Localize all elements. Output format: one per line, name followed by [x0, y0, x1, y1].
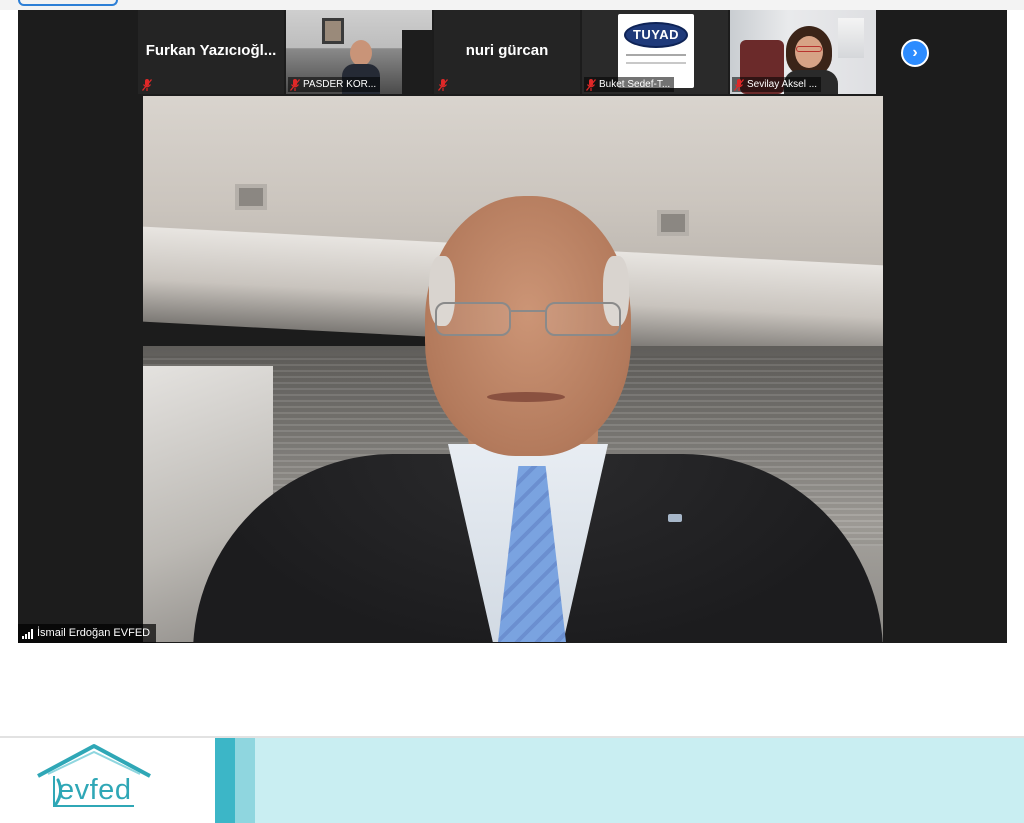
participant-name: nuri gürcan	[465, 42, 549, 59]
top-strip-accent	[18, 0, 118, 6]
zoom-meeting-window: Furkan Yazıcıoğl... PASDER KOR... nuri g…	[18, 10, 1007, 643]
brand-footer-banner: evfed	[0, 736, 1024, 823]
participant-label: Sevilay Aksel ...	[732, 77, 822, 92]
signal-bars-icon	[22, 628, 33, 639]
participant-tile-nuri[interactable]: nuri gürcan	[434, 10, 580, 94]
evfed-logo-text: evfed	[58, 774, 132, 806]
banner-stripe	[235, 738, 255, 823]
evfed-logo: evfed	[0, 738, 215, 823]
speaker-glasses	[435, 302, 511, 336]
participant-tile-buket[interactable]: TUYAD Buket Sedef-T...	[582, 10, 728, 94]
mic-muted-icon	[142, 78, 152, 91]
top-strip	[0, 0, 1024, 10]
chevron-right-icon: ›	[912, 44, 918, 61]
participant-label: Buket Sedef-T...	[584, 77, 675, 92]
mic-muted-icon	[586, 78, 596, 91]
speaker-name: İsmail Erdoğan EVFED	[37, 627, 151, 639]
tuyad-logo-subtitle	[626, 54, 686, 64]
mic-muted-icon	[438, 78, 448, 91]
participant-label-text: Buket Sedef-T...	[599, 79, 671, 90]
speaker-person	[193, 196, 883, 642]
speaker-glasses-bridge	[511, 310, 547, 312]
participant-name: Furkan Yazıcıoğl...	[145, 42, 277, 59]
participant-label: PASDER KOR...	[288, 77, 381, 92]
banner-stripe	[215, 738, 235, 823]
mic-muted-icon	[734, 78, 744, 91]
participant-label	[436, 77, 452, 92]
active-speaker-video[interactable]	[143, 96, 883, 642]
speaker-name-label: İsmail Erdoğan EVFED	[18, 624, 157, 643]
wall-frame	[322, 18, 344, 44]
participant-label-text: PASDER KOR...	[303, 79, 377, 90]
office-cabinet	[402, 30, 432, 94]
participant-label-text: Sevilay Aksel ...	[747, 79, 818, 90]
speaker-glasses	[545, 302, 621, 336]
next-page-button[interactable]: ›	[901, 39, 929, 67]
participant-tile-sevilay[interactable]: Sevilay Aksel ...	[730, 10, 876, 94]
participant-gallery-strip: Furkan Yazıcıoğl... PASDER KOR... nuri g…	[138, 10, 908, 96]
tuyad-logo-text: TUYAD	[624, 22, 688, 48]
lapel-pin	[668, 514, 682, 522]
participant-tile-furkan[interactable]: Furkan Yazıcıoğl...	[138, 10, 284, 94]
participant-tile-pasder[interactable]: PASDER KOR...	[286, 10, 432, 94]
speaker-mouth	[487, 392, 565, 402]
mic-muted-icon	[290, 78, 300, 91]
office-lamp	[838, 18, 864, 58]
screenshot: Furkan Yazıcıoğl... PASDER KOR... nuri g…	[0, 0, 1024, 823]
participant-label	[140, 77, 156, 92]
banner-background	[255, 738, 1024, 823]
